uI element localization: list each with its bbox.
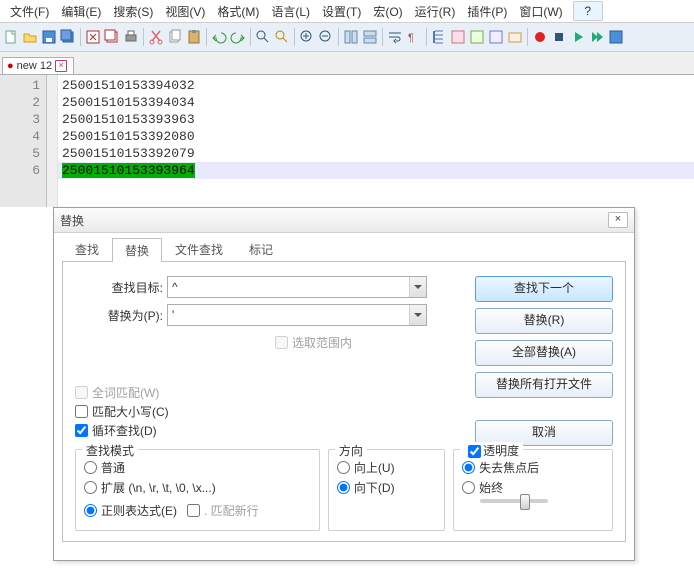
replace-all-open-button[interactable]: 替换所有打开文件 xyxy=(475,372,613,398)
replace-all-button[interactable]: 全部替换(A) xyxy=(475,340,613,366)
tab-find-in-files[interactable]: 文件查找 xyxy=(162,237,236,261)
code-line: 25001510153394034 xyxy=(58,94,694,111)
save-icon[interactable] xyxy=(40,28,58,46)
code-area[interactable]: 25001510153394032 25001510153394034 2500… xyxy=(58,75,694,207)
close-all-icon[interactable] xyxy=(103,28,121,46)
menu-format[interactable]: 格式(M) xyxy=(211,1,265,22)
menu-edit[interactable]: 编辑(E) xyxy=(55,1,107,22)
zoom-in-icon[interactable] xyxy=(298,28,316,46)
menu-file[interactable]: 文件(F) xyxy=(4,1,55,22)
toolbar: ¶ xyxy=(0,23,694,52)
redo-icon[interactable] xyxy=(229,28,247,46)
doc-map-icon[interactable] xyxy=(468,28,486,46)
tab-mark[interactable]: 标记 xyxy=(236,237,286,261)
undo-icon[interactable] xyxy=(210,28,228,46)
dialog-title: 替换 xyxy=(60,212,84,229)
folder-icon[interactable] xyxy=(506,28,524,46)
dropdown-icon[interactable] xyxy=(409,305,426,325)
menu-help[interactable]: ? xyxy=(573,1,603,21)
replace-icon[interactable] xyxy=(273,28,291,46)
find-next-button[interactable]: 查找下一个 xyxy=(475,276,613,302)
file-tab-row: ● new 12 × xyxy=(0,52,694,75)
cut-icon[interactable] xyxy=(147,28,165,46)
unsaved-dot-icon: ● xyxy=(7,60,14,72)
code-line: 25001510153392080 xyxy=(58,128,694,145)
svg-text:¶: ¶ xyxy=(408,32,414,44)
tab-close-icon[interactable]: × xyxy=(55,60,67,72)
transparency-group: 透明度 失去焦点后 始终 xyxy=(453,449,613,531)
menu-search[interactable]: 搜索(S) xyxy=(107,1,159,22)
trans-on-lose-radio[interactable]: 失去焦点后 xyxy=(462,459,604,476)
menu-language[interactable]: 语言(L) xyxy=(265,1,316,22)
mode-normal-radio[interactable]: 普通 xyxy=(84,459,311,476)
dialog-close-button[interactable]: × xyxy=(608,212,628,228)
dropdown-icon[interactable] xyxy=(409,277,426,297)
in-selection-checkbox: 选取范围内 xyxy=(275,334,352,351)
transparency-toggle[interactable] xyxy=(468,445,481,458)
line-gutter: 1 2 3 4 5 6 xyxy=(0,75,47,207)
dialog-titlebar[interactable]: 替换 × xyxy=(54,208,634,233)
whole-word-checkbox: 全词匹配(W) xyxy=(75,384,255,401)
direction-group: 方向 向上(U) 向下(D) xyxy=(328,449,445,531)
file-tab-label: new 12 xyxy=(17,60,52,72)
copy-icon[interactable] xyxy=(166,28,184,46)
file-tab[interactable]: ● new 12 × xyxy=(2,57,74,74)
code-line: 25001510153392079 xyxy=(58,145,694,162)
replace-dialog: 替换 × 查找 替换 文件查找 标记 查找目标: ^ 替换为(P): ' xyxy=(53,207,635,561)
lang-icon[interactable] xyxy=(449,28,467,46)
find-icon[interactable] xyxy=(254,28,272,46)
find-what-input[interactable]: ^ xyxy=(167,276,427,298)
menu-view[interactable]: 视图(V) xyxy=(159,1,211,22)
search-mode-group: 查找模式 普通 扩展 (\n, \r, \t, \0, \x...) 正则表达式… xyxy=(75,449,320,531)
menu-plugins[interactable]: 插件(P) xyxy=(461,1,513,22)
close-icon[interactable] xyxy=(84,28,102,46)
play-multi-icon[interactable] xyxy=(588,28,606,46)
indent-guide-icon[interactable] xyxy=(430,28,448,46)
code-line: 25001510153393963 xyxy=(58,111,694,128)
find-what-label: 查找目标: xyxy=(75,279,167,296)
print-icon[interactable] xyxy=(122,28,140,46)
mode-regex-radio[interactable]: 正则表达式(E) xyxy=(84,502,177,519)
wrap-around-checkbox[interactable]: 循环查找(D) xyxy=(75,422,255,439)
trans-always-radio[interactable]: 始终 xyxy=(462,479,604,496)
tab-replace[interactable]: 替换 xyxy=(112,238,162,262)
replace-with-label: 替换为(P): xyxy=(75,307,167,324)
paste-icon[interactable] xyxy=(185,28,203,46)
menu-settings[interactable]: 设置(T) xyxy=(316,1,367,22)
func-list-icon[interactable] xyxy=(487,28,505,46)
code-line: 25001510153394032 xyxy=(58,77,694,94)
menu-macro[interactable]: 宏(O) xyxy=(367,1,408,22)
menu-bar: 文件(F) 编辑(E) 搜索(S) 视图(V) 格式(M) 语言(L) 设置(T… xyxy=(0,0,694,23)
replace-button[interactable]: 替换(R) xyxy=(475,308,613,334)
editor[interactable]: 1 2 3 4 5 6 25001510153394032 2500151015… xyxy=(0,75,694,207)
open-file-icon[interactable] xyxy=(21,28,39,46)
save-macro-icon[interactable] xyxy=(607,28,625,46)
show-all-icon[interactable]: ¶ xyxy=(405,28,423,46)
mode-extended-radio[interactable]: 扩展 (\n, \r, \t, \0, \x...) xyxy=(84,479,311,496)
menu-run[interactable]: 运行(R) xyxy=(409,1,462,22)
dot-matches-newline-checkbox[interactable]: . 匹配新行 xyxy=(187,502,259,519)
replace-with-input[interactable]: ' xyxy=(167,304,427,326)
stop-icon[interactable] xyxy=(550,28,568,46)
transparency-slider[interactable] xyxy=(480,499,548,503)
code-line: 25001510153393964 xyxy=(58,162,694,179)
dialog-tabs: 查找 替换 文件查找 标记 xyxy=(62,239,626,262)
menu-window[interactable]: 窗口(W) xyxy=(513,1,568,22)
match-case-checkbox[interactable]: 匹配大小写(C) xyxy=(75,403,255,420)
direction-up-radio[interactable]: 向上(U) xyxy=(337,459,436,476)
tab-find[interactable]: 查找 xyxy=(62,237,112,261)
sync-h-icon[interactable] xyxy=(361,28,379,46)
record-icon[interactable] xyxy=(531,28,549,46)
zoom-out-icon[interactable] xyxy=(317,28,335,46)
wrap-icon[interactable] xyxy=(386,28,404,46)
sync-v-icon[interactable] xyxy=(342,28,360,46)
direction-down-radio[interactable]: 向下(D) xyxy=(337,479,436,496)
play-icon[interactable] xyxy=(569,28,587,46)
new-file-icon[interactable] xyxy=(2,28,20,46)
save-all-icon[interactable] xyxy=(59,28,77,46)
